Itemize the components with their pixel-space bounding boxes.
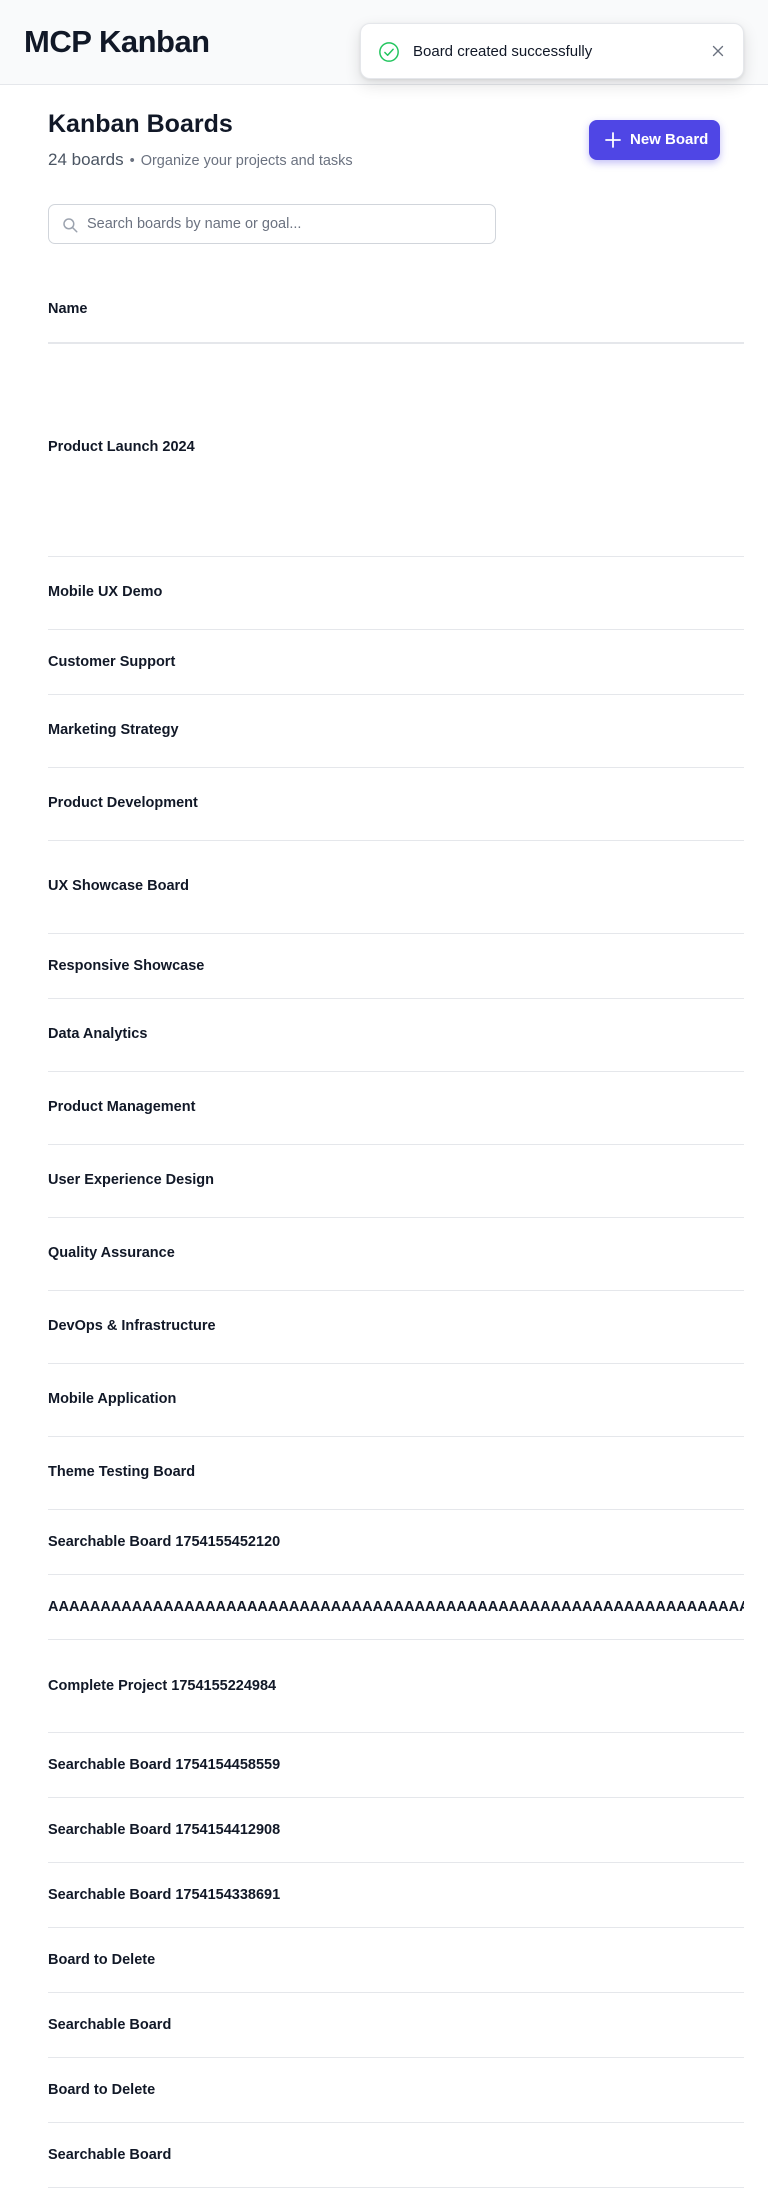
search-icon	[63, 218, 78, 233]
app-title: MCP Kanban	[24, 24, 210, 59]
board-name: Product Development	[48, 795, 198, 811]
board-name: Product Launch 2024	[48, 439, 195, 455]
board-name: Searchable Board	[48, 2147, 172, 2163]
page-title: Kanban Boards	[48, 110, 233, 138]
page-tagline: Organize your projects and tasks	[140, 153, 353, 169]
board-name: Board to Delete	[48, 2082, 156, 2098]
table-row[interactable]: Product Management	[48, 1072, 744, 1145]
board-name: Searchable Board 1754154458559	[48, 1757, 281, 1773]
table-row[interactable]: Mobile Application	[48, 1364, 744, 1437]
board-name: Product Management	[48, 1099, 196, 1115]
board-name: Mobile Application	[48, 1391, 177, 1407]
table-row[interactable]: Mobile UX Demo	[48, 557, 744, 630]
check-circle-icon	[379, 42, 399, 62]
toast-message: Board created successfully	[413, 43, 593, 60]
board-name: Marketing Strategy	[48, 722, 179, 738]
table-row[interactable]: Searchable Board 1754154338691	[48, 1863, 744, 1928]
table-row[interactable]: Data Analytics	[48, 999, 744, 1072]
board-name: Mobile UX Demo	[48, 584, 163, 600]
board-name: User Experience Design	[48, 1172, 215, 1188]
board-name: DevOps & Infrastructure	[48, 1318, 216, 1334]
table-row[interactable]: Searchable Board	[48, 2123, 744, 2188]
table-row[interactable]: Product Development	[48, 768, 744, 841]
table-row[interactable]: AAAAAAAAAAAAAAAAAAAAAAAAAAAAAAAAAAAAAAAA…	[48, 1575, 744, 1640]
success-toast: Board created successfully	[360, 23, 744, 79]
table-row[interactable]: Searchable Board 1754155452120	[48, 1510, 744, 1575]
boards-table: Name Product Launch 2024 Mobile UX Demo Cu…	[48, 276, 744, 2188]
board-name: Quality Assurance	[48, 1245, 175, 1261]
board-name: Theme Testing Board	[48, 1464, 196, 1480]
new-board-label: New Board	[630, 131, 709, 148]
board-name: Searchable Board 1754154412908	[48, 1822, 281, 1838]
table-row[interactable]: Searchable Board 1754154412908	[48, 1798, 744, 1863]
table-row[interactable]: Complete Project 1754155224984	[48, 1640, 744, 1733]
table-row[interactable]: DevOps & Infrastructure	[48, 1291, 744, 1364]
plus-icon	[605, 132, 621, 148]
board-name: Searchable Board	[48, 2017, 172, 2033]
new-board-button[interactable]: New Board	[589, 120, 720, 160]
page-subtitle: 24 boards • Organize your projects and tas…	[48, 150, 353, 170]
table-row[interactable]: Theme Testing Board	[48, 1437, 744, 1510]
board-count: 24 boards	[48, 150, 124, 169]
table-row[interactable]: Searchable Board 1754154458559	[48, 1733, 744, 1798]
table-header: Name	[48, 276, 744, 344]
search-input[interactable]	[87, 205, 487, 243]
board-name: UX Showcase Board	[48, 878, 190, 894]
board-name: AAAAAAAAAAAAAAAAAAAAAAAAAAAAAAAAAAAAAAAA…	[48, 1599, 744, 1615]
table-row[interactable]: Board to Delete	[48, 1928, 744, 1993]
board-name: Board to Delete	[48, 1952, 156, 1968]
table-row[interactable]: User Experience Design	[48, 1145, 744, 1218]
table-row[interactable]: Responsive Showcase	[48, 934, 744, 999]
board-name: Customer Support	[48, 654, 176, 670]
board-name: Data Analytics	[48, 1026, 148, 1042]
board-name: Searchable Board 1754155452120	[48, 1534, 281, 1550]
board-name: Responsive Showcase	[48, 958, 205, 974]
table-row[interactable]: Marketing Strategy	[48, 695, 744, 768]
table-row[interactable]: Board to Delete	[48, 2058, 744, 2123]
table-row[interactable]: UX Showcase Board	[48, 841, 744, 934]
table-row[interactable]: Quality Assurance	[48, 1218, 744, 1291]
search-box	[48, 204, 496, 244]
name-column-header: Name	[48, 301, 88, 317]
table-body: Product Launch 2024 Mobile UX Demo Custome…	[48, 344, 744, 2188]
board-name: Searchable Board 1754154338691	[48, 1887, 281, 1903]
table-row[interactable]: Product Launch 2024	[48, 344, 744, 557]
separator-dot: •	[129, 153, 135, 169]
table-row[interactable]: Customer Support	[48, 630, 744, 695]
table-row[interactable]: Searchable Board	[48, 1993, 744, 2058]
close-icon[interactable]	[709, 42, 727, 60]
board-name: Complete Project 1754155224984	[48, 1678, 277, 1694]
